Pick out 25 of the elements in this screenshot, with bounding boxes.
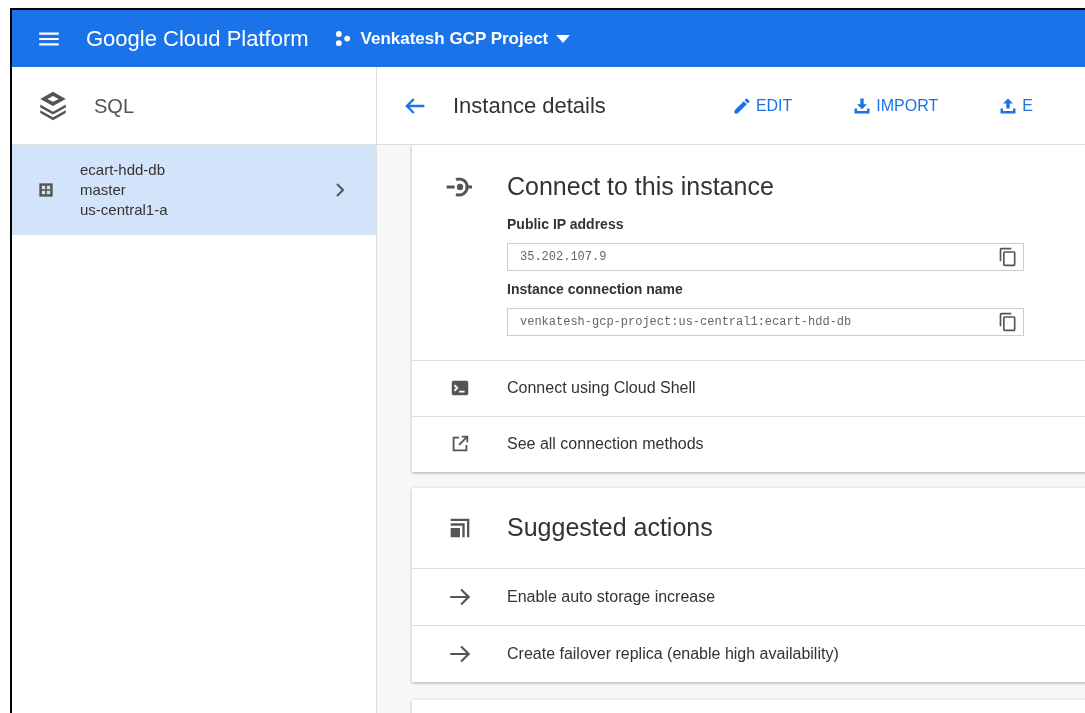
- readonly-field[interactable]: venkatesh-gcp-project:us-central1:ecart-hdd-db: [507, 307, 1024, 336]
- project-selector[interactable]: Venkatesh GCP Project: [332, 25, 571, 52]
- suggested-action[interactable]: Enable auto storage increase: [412, 567, 1085, 625]
- copy-icon[interactable]: [998, 311, 1018, 332]
- instance-text: us-central1-a: [80, 200, 169, 221]
- action-button[interactable]: IMPORT: [846, 89, 945, 122]
- card-title: Suggested actions: [507, 511, 713, 543]
- sidebar-title: SQL: [94, 93, 135, 119]
- copy-icon[interactable]: [998, 246, 1018, 267]
- field-label: Instance connection name: [507, 279, 684, 299]
- connection-link[interactable]: See all connection methods: [412, 415, 1085, 472]
- connection-link[interactable]: Connect using Cloud Shell: [412, 359, 1085, 416]
- page-title: Instance details: [453, 92, 607, 120]
- caret-icon: [556, 34, 571, 43]
- readonly-field[interactable]: 35.202.107.9: [507, 242, 1024, 271]
- action-button[interactable]: EDIT: [725, 89, 799, 122]
- action-button[interactable]: E: [992, 89, 1039, 122]
- grid-icon: [36, 180, 56, 200]
- product-title: Google Cloud Platform: [86, 25, 309, 53]
- card-title: Connect to this instance: [507, 171, 774, 202]
- suggested-action[interactable]: Create failover replica (enable high availability): [412, 624, 1085, 682]
- instance-text: ecart-hdd-db: [80, 159, 167, 180]
- instance-text: master: [80, 179, 127, 200]
- field-label: Public IP address: [507, 214, 625, 234]
- instance-item[interactable]: ecart-hdd-db master us-central1-a: [12, 145, 376, 235]
